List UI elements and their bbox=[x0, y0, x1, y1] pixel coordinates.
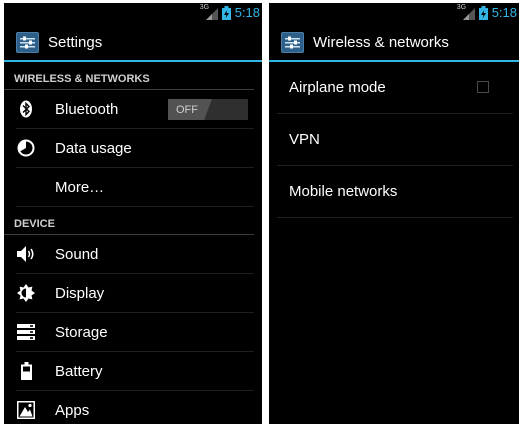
settings-item-storage[interactable]: Storage bbox=[16, 313, 254, 352]
settings-item-bluetooth[interactable]: Bluetooth OFF bbox=[16, 90, 254, 129]
settings-item-battery[interactable]: Battery bbox=[16, 352, 254, 391]
settings-app-icon[interactable] bbox=[16, 32, 39, 53]
settings-item-sound[interactable]: Sound bbox=[16, 235, 254, 274]
settings-item-display[interactable]: Display bbox=[16, 274, 254, 313]
status-bar: 3G 5:18 bbox=[4, 3, 262, 22]
item-label: Data usage bbox=[55, 139, 132, 157]
action-bar: Settings bbox=[4, 25, 262, 62]
settings-app-icon[interactable] bbox=[281, 32, 304, 53]
battery-charging-icon bbox=[221, 5, 231, 20]
item-label: Mobile networks bbox=[289, 183, 398, 200]
settings-item-mobile-networks[interactable]: Mobile networks bbox=[277, 166, 513, 218]
status-time: 5:18 bbox=[234, 5, 260, 20]
apps-icon bbox=[16, 400, 36, 420]
display-icon bbox=[16, 283, 36, 303]
section-header-wireless: WIRELESS & NETWORKS bbox=[4, 62, 254, 90]
bluetooth-icon bbox=[16, 99, 36, 119]
settings-item-more[interactable]: More… bbox=[16, 168, 254, 207]
settings-item-vpn[interactable]: VPN bbox=[277, 114, 513, 166]
settings-list: WIRELESS & NETWORKS Bluetooth OFF Data u… bbox=[4, 62, 262, 424]
item-label: VPN bbox=[289, 131, 320, 148]
wireless-networks-screen: 3G 5:18 Wireless & networks Airplane mod… bbox=[269, 3, 519, 424]
item-label: Sound bbox=[55, 245, 99, 263]
wireless-list: Airplane mode VPN Mobile networks bbox=[269, 62, 519, 218]
sound-icon bbox=[16, 244, 36, 264]
status-bar: 3G 5:18 bbox=[269, 3, 519, 22]
item-label: Display bbox=[55, 284, 105, 302]
signal-3g-icon: 3G bbox=[200, 4, 218, 20]
item-label: Battery bbox=[55, 362, 103, 380]
airplane-mode-checkbox[interactable] bbox=[477, 81, 489, 93]
status-time: 5:18 bbox=[491, 5, 517, 20]
settings-item-apps[interactable]: Apps bbox=[16, 391, 254, 424]
settings-screen: 3G 5:18 Settings WIRELESS & NETWORKS Blu… bbox=[4, 3, 262, 424]
item-label: More… bbox=[55, 178, 105, 196]
section-header-device: DEVICE bbox=[4, 207, 254, 235]
toggle-state: OFF bbox=[168, 99, 212, 120]
item-label: Bluetooth bbox=[55, 100, 119, 118]
item-label: Apps bbox=[55, 401, 90, 419]
battery-icon bbox=[16, 361, 36, 381]
battery-charging-icon bbox=[478, 5, 488, 20]
page-title: Settings bbox=[48, 34, 103, 51]
data-usage-icon bbox=[16, 138, 36, 158]
storage-icon bbox=[16, 322, 36, 342]
page-title: Wireless & networks bbox=[313, 34, 449, 51]
item-label: Storage bbox=[55, 323, 108, 341]
signal-3g-icon: 3G bbox=[457, 4, 475, 20]
settings-item-data-usage[interactable]: Data usage bbox=[16, 129, 254, 168]
settings-item-airplane-mode[interactable]: Airplane mode bbox=[277, 62, 513, 114]
item-label: Airplane mode bbox=[289, 79, 386, 96]
action-bar: Wireless & networks bbox=[269, 25, 519, 62]
bluetooth-toggle[interactable]: OFF bbox=[168, 99, 248, 120]
